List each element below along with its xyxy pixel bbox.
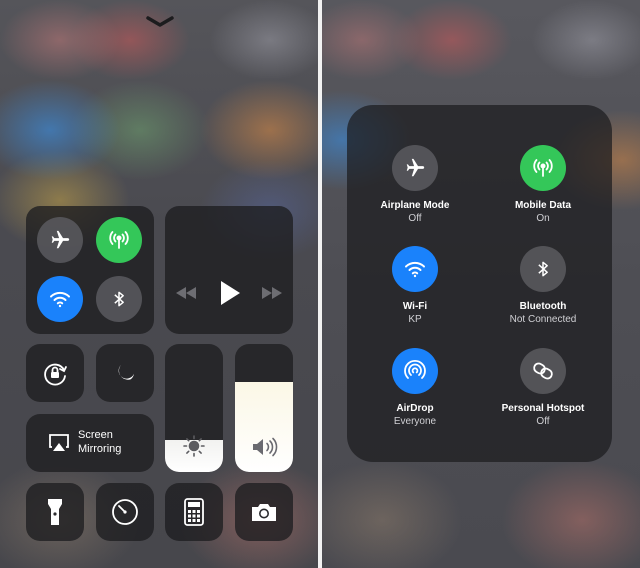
airplane-icon <box>406 158 425 177</box>
wifi-icon <box>50 291 70 308</box>
control-center-compact: Screen Mirroring <box>0 0 318 568</box>
control-center-expanded: Airplane Mode Off Mobile Data On Wi-Fi K… <box>322 0 640 568</box>
speaker-icon <box>253 437 278 457</box>
dismiss-chevron-icon[interactable] <box>144 14 176 30</box>
flashlight-button[interactable] <box>26 483 84 541</box>
airdrop-title: AirDrop <box>396 403 434 414</box>
volume-slider[interactable] <box>235 344 293 472</box>
fast-forward-icon[interactable] <box>261 286 283 300</box>
rotation-lock-button[interactable] <box>26 344 84 402</box>
camera-icon <box>252 504 276 521</box>
bluetooth-toggle[interactable] <box>96 276 142 322</box>
bluetooth-icon <box>114 291 124 307</box>
rewind-icon[interactable] <box>175 286 197 300</box>
mobile-data-status: On <box>536 213 550 224</box>
wifi-title: Wi-Fi <box>402 301 428 312</box>
bluetooth-item[interactable]: Bluetooth Not Connected <box>483 246 603 326</box>
expanded-connectivity-panel: Airplane Mode Off Mobile Data On Wi-Fi K… <box>347 105 612 462</box>
screen-mirroring-label-line1: Screen <box>78 429 113 441</box>
airdrop-icon <box>404 359 426 379</box>
bluetooth-title: Bluetooth <box>519 301 567 312</box>
wifi-toggle[interactable] <box>392 246 438 292</box>
mobile-data-toggle[interactable] <box>520 145 566 191</box>
bluetooth-status: Not Connected <box>509 314 577 325</box>
calculator-icon <box>184 498 204 526</box>
bluetooth-toggle[interactable] <box>520 246 566 292</box>
bluetooth-icon <box>538 261 548 277</box>
hotspot-link-icon <box>533 362 553 380</box>
brightness-slider[interactable] <box>165 344 223 472</box>
rotation-lock-icon <box>44 363 67 386</box>
calculator-button[interactable] <box>165 483 223 541</box>
personal-hotspot-toggle[interactable] <box>520 348 566 394</box>
timer-button[interactable] <box>96 483 154 541</box>
airplay-icon <box>49 434 69 451</box>
timer-icon <box>112 499 138 525</box>
mobile-data-title: Mobile Data <box>514 200 572 211</box>
sun-icon <box>183 435 205 457</box>
airplane-mode-toggle[interactable] <box>37 217 83 263</box>
mobile-data-toggle[interactable] <box>96 217 142 263</box>
airplane-icon <box>51 230 70 249</box>
antenna-icon <box>109 231 129 249</box>
connectivity-module[interactable] <box>26 206 154 334</box>
antenna-icon <box>533 159 553 177</box>
wifi-toggle[interactable] <box>37 276 83 322</box>
camera-button[interactable] <box>235 483 293 541</box>
personal-hotspot-title: Personal Hotspot <box>501 403 585 414</box>
airdrop-item[interactable]: AirDrop Everyone <box>355 348 475 428</box>
airplane-mode-status: Off <box>408 213 422 224</box>
airplane-mode-toggle[interactable] <box>392 145 438 191</box>
screen-mirroring-button[interactable]: Screen Mirroring <box>26 414 154 472</box>
do-not-disturb-button[interactable] <box>96 344 154 402</box>
moon-icon <box>118 364 134 380</box>
airdrop-status: Everyone <box>393 416 437 427</box>
flashlight-icon <box>48 499 62 525</box>
volume-fill <box>235 382 293 472</box>
play-icon[interactable] <box>219 280 241 306</box>
personal-hotspot-status: Off <box>536 416 550 427</box>
mobile-data-item[interactable]: Mobile Data On <box>483 145 603 225</box>
media-module <box>165 206 293 334</box>
wifi-icon <box>405 261 425 278</box>
airplane-mode-title: Airplane Mode <box>380 200 450 211</box>
wifi-item[interactable]: Wi-Fi KP <box>355 246 475 326</box>
airdrop-toggle[interactable] <box>392 348 438 394</box>
wifi-status: KP <box>408 314 422 325</box>
airplane-mode-item[interactable]: Airplane Mode Off <box>355 145 475 225</box>
personal-hotspot-item[interactable]: Personal Hotspot Off <box>483 348 603 428</box>
screen-mirroring-label-line2: Mirroring <box>78 443 122 455</box>
